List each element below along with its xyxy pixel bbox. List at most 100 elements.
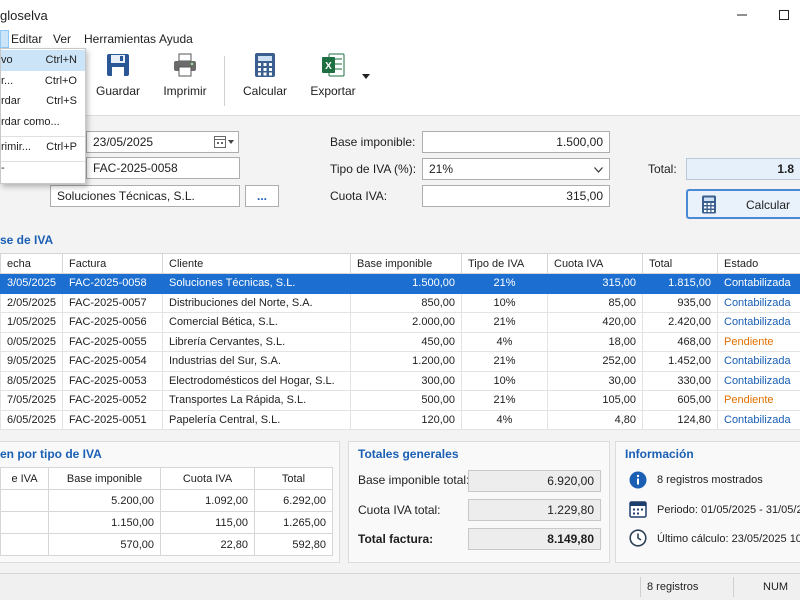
resumen-base: 5.200,00 [48, 489, 161, 512]
calcular-form-label: Calcular [746, 198, 791, 212]
cell-estado: Pendiente [717, 390, 800, 411]
info-icon [629, 471, 647, 489]
cell-cuota: 85,00 [547, 292, 643, 313]
menu-item-salir[interactable]: ‑ [1, 162, 85, 183]
cell-estado: Pendiente [717, 331, 800, 352]
menu-editar[interactable]: Editar [6, 30, 47, 48]
imprimir-button[interactable]: Imprimir [160, 52, 210, 110]
exportar-button[interactable]: X Exportar [308, 52, 358, 110]
cuota-iva-field[interactable]: 315,00 [422, 185, 610, 207]
table-row[interactable]: 0/05/2025 FAC-2025-0055 Librería Cervant… [0, 331, 800, 352]
menu-ayuda[interactable]: Ayuda [154, 30, 198, 48]
col-cliente-header[interactable]: Cliente [162, 253, 351, 274]
table-row[interactable]: 7/05/2025 FAC-2025-0052 Transportes La R… [0, 390, 800, 411]
status-num: NUM [763, 581, 789, 593]
cell-estado: Contabilizada [717, 409, 800, 430]
cell-fecha: 6/05/2025 [0, 409, 63, 430]
excel-icon: X [322, 53, 345, 77]
resumen-base: 570,00 [48, 533, 161, 556]
cell-cliente: Transportes La Rápida, S.L. [162, 390, 351, 411]
cell-total: 2.420,00 [642, 312, 718, 333]
calendar-dropdown-icon[interactable] [214, 136, 234, 148]
menu-herramientas[interactable]: Herramientas [79, 30, 161, 48]
total-label: Total: [648, 162, 677, 176]
cell-factura: FAC-2025-0054 [62, 351, 163, 372]
table-row[interactable]: 3/05/2025 FAC-2025-0058 Soluciones Técni… [0, 273, 800, 294]
col-cuota-header[interactable]: Cuota IVA [547, 253, 643, 274]
table-row[interactable]: 9/05/2025 FAC-2025-0054 Industrias del S… [0, 351, 800, 372]
status-bar: 8 registros NUM [0, 573, 800, 600]
resumen-tipo [0, 511, 49, 534]
guardar-label: Guardar [95, 84, 141, 98]
cell-cliente: Papelería Central, S.L. [162, 409, 351, 430]
cell-base: 850,00 [350, 292, 462, 313]
cell-factura: FAC-2025-0056 [62, 312, 163, 333]
col-estado-header[interactable]: Estado [717, 253, 800, 274]
table-header-row: echa Factura Cliente Base imponible Tipo… [0, 253, 800, 274]
base-total-field: 6.920,00 [468, 470, 601, 492]
calcular-button[interactable]: Calcular [242, 52, 288, 110]
col-total-header[interactable]: Total [642, 253, 718, 274]
minimize-button[interactable] [720, 0, 764, 30]
col-fecha-header[interactable]: echa [0, 253, 63, 274]
resumen-total: 1.265,00 [254, 511, 333, 534]
table-row[interactable]: 8/05/2025 FAC-2025-0053 Electrodoméstico… [0, 370, 800, 391]
table-row[interactable]: 6/05/2025 FAC-2025-0051 Papelería Centra… [0, 409, 800, 430]
cell-cuota: 420,00 [547, 312, 643, 333]
menu-ver[interactable]: Ver [48, 30, 76, 48]
fecha-value: 23/05/2025 [93, 135, 154, 149]
factura-field[interactable]: FAC-2025-0058 [86, 157, 240, 179]
cell-base: 500,00 [350, 390, 462, 411]
cell-tipo: 10% [461, 370, 548, 391]
cell-total: 1.452,00 [642, 351, 718, 372]
cuota-total-field: 1.229,80 [468, 499, 601, 521]
resumen-total: 6.292,00 [254, 489, 333, 512]
maximize-icon [779, 10, 789, 20]
menu-item-abrir[interactable]: r... Ctrl+O [1, 71, 85, 92]
cell-total: 124,80 [642, 409, 718, 430]
resumen-header-row: e IVA Base imponible Cuota IVA Total [0, 467, 333, 490]
resumen-cuota-header: Cuota IVA [160, 467, 255, 490]
toolbar: Guardar Imprimir Calcular X Exportar [0, 48, 800, 116]
cliente-field[interactable]: Soluciones Técnicas, S.L. [50, 185, 240, 207]
cell-estado: Contabilizada [717, 312, 800, 333]
clock-icon [629, 529, 647, 547]
base-imponible-field[interactable]: 1.500,00 [422, 131, 610, 153]
menu-item-guardar-como[interactable]: rdar como... [1, 112, 85, 133]
table-row[interactable]: 1/05/2025 FAC-2025-0056 Comercial Bética… [0, 312, 800, 333]
guardar-button[interactable]: Guardar [94, 52, 142, 110]
cell-cuota: 30,00 [547, 370, 643, 391]
cell-tipo: 4% [461, 409, 548, 430]
cell-base: 120,00 [350, 409, 462, 430]
cell-tipo: 21% [461, 312, 548, 333]
menu-bar: Editar Ver Herramientas Ayuda [0, 30, 800, 48]
tipo-iva-select[interactable]: 21% [422, 158, 610, 180]
cell-cuota: 105,00 [547, 390, 643, 411]
totales-panel: Totales generales Base imponible total: … [348, 441, 610, 563]
cell-total: 605,00 [642, 390, 718, 411]
exportar-dropdown-arrow[interactable] [362, 68, 370, 82]
fecha-field[interactable]: 23/05/2025 [86, 131, 239, 153]
col-factura-header[interactable]: Factura [62, 253, 163, 274]
col-base-header[interactable]: Base imponible [350, 253, 462, 274]
status-registros: 8 registros [647, 581, 699, 593]
calcular-form-button[interactable]: Calcular [686, 189, 800, 219]
cell-fecha: 8/05/2025 [0, 370, 63, 391]
maximize-button[interactable] [762, 0, 800, 30]
cell-cuota: 4,80 [547, 409, 643, 430]
cell-fecha: 9/05/2025 [0, 351, 63, 372]
table-row[interactable]: 2/05/2025 FAC-2025-0057 Distribuciones d… [0, 292, 800, 313]
resumen-base-header: Base imponible [48, 467, 161, 490]
cell-tipo: 10% [461, 292, 548, 313]
resumen-title: en por tipo de IVA [0, 447, 102, 461]
col-tipo-header[interactable]: Tipo de IVA [461, 253, 548, 274]
cell-estado: Contabilizada [717, 351, 800, 372]
cell-tipo: 21% [461, 390, 548, 411]
resumen-tipo-header: e IVA [0, 467, 49, 490]
save-icon [107, 54, 129, 76]
menu-item-imprimir[interactable]: rimir... Ctrl+P [1, 137, 85, 158]
menu-item-guardar[interactable]: rdar Ctrl+S [1, 91, 85, 112]
menu-item-nuevo[interactable]: vo Ctrl+N [1, 50, 85, 71]
cell-base: 2.000,00 [350, 312, 462, 333]
browse-cliente-button[interactable]: ... [245, 185, 279, 207]
